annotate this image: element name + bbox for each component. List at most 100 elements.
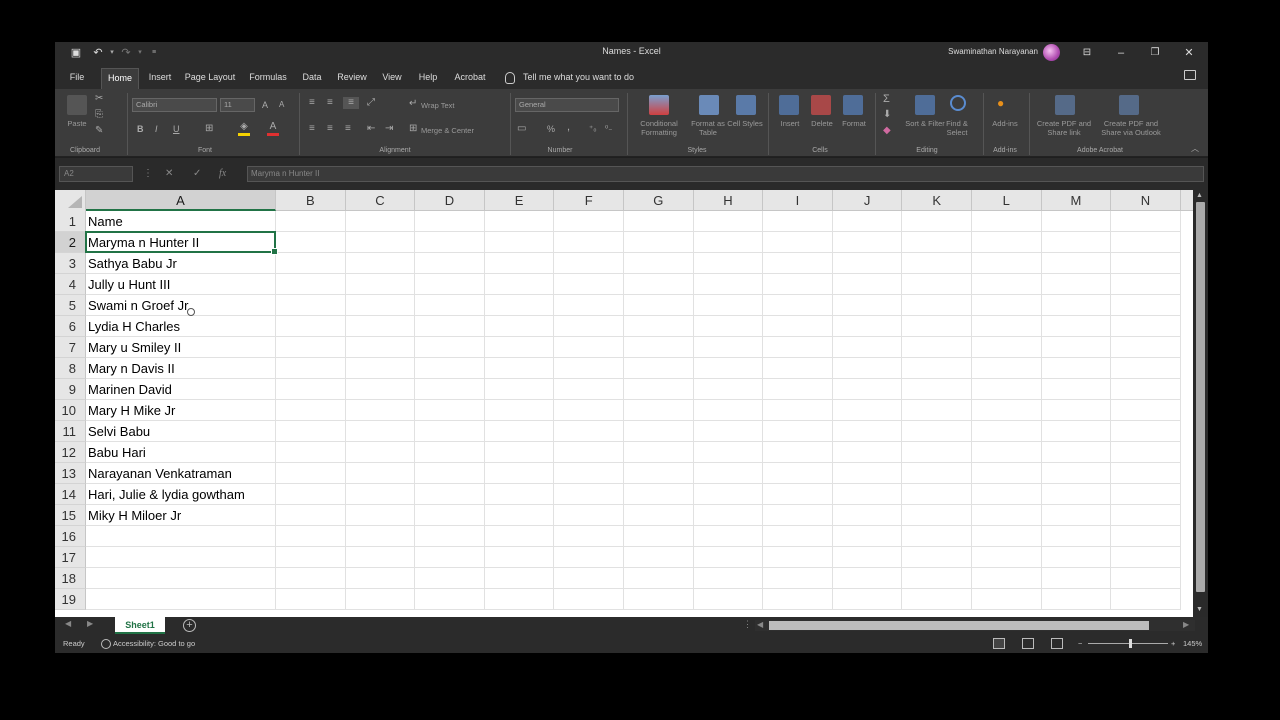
- name-cell[interactable]: Marinen David: [86, 379, 276, 400]
- align-right-icon[interactable]: ≡: [345, 123, 351, 135]
- column-header-j[interactable]: J: [833, 190, 903, 211]
- align-left-icon[interactable]: ≡: [309, 123, 315, 135]
- tab-file[interactable]: File: [63, 68, 91, 89]
- zoom-slider-knob[interactable]: [1129, 639, 1132, 648]
- cancel-entry-icon[interactable]: ✕: [165, 166, 173, 182]
- fill-icon[interactable]: ⬇: [883, 109, 891, 121]
- name-cell[interactable]: Miky H Miloer Jr: [86, 505, 276, 526]
- row-header[interactable]: 2: [55, 232, 86, 253]
- comments-icon[interactable]: [1184, 70, 1196, 80]
- decrease-decimal-icon[interactable]: ⁰₋: [605, 123, 612, 135]
- undo-icon[interactable]: ↶: [91, 45, 105, 61]
- create-pdf-outlook-button[interactable]: Create PDF and Share via Outlook: [1093, 119, 1169, 137]
- user-name[interactable]: Swaminathan Narayanan: [948, 47, 1038, 56]
- redo-icon[interactable]: ↷: [119, 45, 133, 61]
- row-header[interactable]: 7: [55, 337, 86, 358]
- column-header-g[interactable]: G: [624, 190, 694, 211]
- row-header[interactable]: 1: [55, 211, 86, 232]
- name-cell[interactable]: Lydia H Charles: [86, 316, 276, 337]
- name-cell[interactable]: Selvi Babu: [86, 421, 276, 442]
- accessibility-icon[interactable]: [101, 639, 111, 649]
- clear-icon[interactable]: ◆: [883, 125, 891, 137]
- name-cell[interactable]: Hari, Julie & lydia gowtham: [86, 484, 276, 505]
- row-header[interactable]: 13: [55, 463, 86, 484]
- column-header-k[interactable]: K: [902, 190, 972, 211]
- name-cell[interactable]: Mary n Davis II: [86, 358, 276, 379]
- font-color-icon[interactable]: A: [267, 121, 279, 136]
- delete-cells-icon[interactable]: [811, 95, 831, 115]
- horizontal-scrollbar[interactable]: ◀ ▶: [755, 620, 1195, 631]
- decrease-font-icon[interactable]: A: [279, 99, 284, 111]
- close-icon[interactable]: ✕: [1172, 42, 1206, 64]
- format-as-table-button[interactable]: Format as Table: [685, 119, 731, 137]
- create-pdf-share-link-button[interactable]: Create PDF and Share link: [1033, 119, 1095, 137]
- zoom-out-icon[interactable]: −: [1078, 635, 1082, 653]
- name-cell[interactable]: Swami n Groef Jr: [86, 295, 276, 316]
- accessibility-status[interactable]: Accessibility: Good to go: [113, 635, 195, 653]
- undo-dropdown-icon[interactable]: ▾: [105, 45, 119, 61]
- add-ins-icon[interactable]: ●: [997, 97, 1004, 109]
- tab-formulas[interactable]: Formulas: [247, 68, 289, 89]
- row-header[interactable]: 15: [55, 505, 86, 526]
- column-header-e[interactable]: E: [485, 190, 555, 211]
- tab-view[interactable]: View: [378, 68, 406, 89]
- sheet-tab-sheet1[interactable]: Sheet1: [115, 617, 165, 634]
- cut-icon[interactable]: ✂: [95, 93, 103, 105]
- font-name-select[interactable]: Calibri: [132, 98, 217, 112]
- scroll-up-icon[interactable]: ▲: [1196, 192, 1203, 200]
- tab-home[interactable]: Home: [101, 68, 139, 89]
- increase-decimal-icon[interactable]: ⁺₀: [589, 123, 597, 135]
- scroll-left-icon[interactable]: ◀: [757, 620, 763, 629]
- confirm-entry-icon[interactable]: ✓: [193, 166, 201, 182]
- name-cell[interactable]: Jully u Hunt III: [86, 274, 276, 295]
- insert-cells-icon[interactable]: [779, 95, 799, 115]
- tab-help[interactable]: Help: [415, 68, 441, 89]
- format-as-table-icon[interactable]: [699, 95, 719, 115]
- row-header[interactable]: 8: [55, 358, 86, 379]
- insert-function-icon[interactable]: fx: [219, 166, 226, 182]
- paste-button[interactable]: Paste: [61, 119, 93, 128]
- orientation-icon[interactable]: ⤢: [367, 97, 375, 109]
- cell-styles-button[interactable]: Cell Styles: [727, 119, 763, 128]
- name-cell[interactable]: Narayanan Venkatraman: [86, 463, 276, 484]
- currency-icon[interactable]: ▭: [517, 123, 526, 135]
- column-header-c[interactable]: C: [346, 190, 416, 211]
- row-header[interactable]: 3: [55, 253, 86, 274]
- restore-icon[interactable]: ❐: [1138, 42, 1172, 64]
- borders-icon[interactable]: ⊞: [205, 123, 213, 135]
- merge-icon[interactable]: ⊞: [409, 123, 417, 135]
- row-header[interactable]: 5: [55, 295, 86, 316]
- row-header[interactable]: 10: [55, 400, 86, 421]
- number-format-select[interactable]: General: [515, 98, 619, 112]
- header-cell-name[interactable]: Name: [86, 211, 276, 232]
- paste-icon[interactable]: [67, 95, 87, 115]
- underline-button[interactable]: U: [173, 123, 180, 135]
- decrease-indent-icon[interactable]: ⇤: [367, 123, 375, 135]
- wrap-text-button[interactable]: Wrap Text: [421, 101, 471, 110]
- conditional-formatting-button[interactable]: Conditional Formatting: [631, 119, 687, 137]
- format-cells-button[interactable]: Format: [837, 119, 871, 128]
- align-bottom-icon[interactable]: ≡: [343, 97, 359, 109]
- tell-me-search[interactable]: Tell me what you want to do: [505, 68, 634, 89]
- copy-icon[interactable]: ⎘: [95, 109, 103, 121]
- format-painter-icon[interactable]: ✎: [95, 125, 103, 137]
- name-cell[interactable]: Babu Hari: [86, 442, 276, 463]
- scroll-right-icon[interactable]: ▶: [1183, 620, 1189, 629]
- column-header-h[interactable]: H: [694, 190, 764, 211]
- prev-sheet-icon[interactable]: ◀: [65, 619, 71, 628]
- tab-data[interactable]: Data: [298, 68, 326, 89]
- italic-button[interactable]: I: [155, 123, 158, 135]
- zoom-level[interactable]: 145%: [1183, 635, 1202, 653]
- customize-qat-icon[interactable]: ≡: [147, 45, 161, 61]
- column-header-l[interactable]: L: [972, 190, 1042, 211]
- column-header-d[interactable]: D: [415, 190, 485, 211]
- select-all-button[interactable]: [55, 190, 86, 211]
- font-size-select[interactable]: 11: [220, 98, 255, 112]
- name-cell[interactable]: Mary u Smiley II: [86, 337, 276, 358]
- row-header[interactable]: 4: [55, 274, 86, 295]
- name-cell[interactable]: Sathya Babu Jr: [86, 253, 276, 274]
- row-header[interactable]: 9: [55, 379, 86, 400]
- delete-cells-button[interactable]: Delete: [805, 119, 839, 128]
- increase-indent-icon[interactable]: ⇥: [385, 123, 393, 135]
- increase-font-icon[interactable]: A: [262, 99, 268, 111]
